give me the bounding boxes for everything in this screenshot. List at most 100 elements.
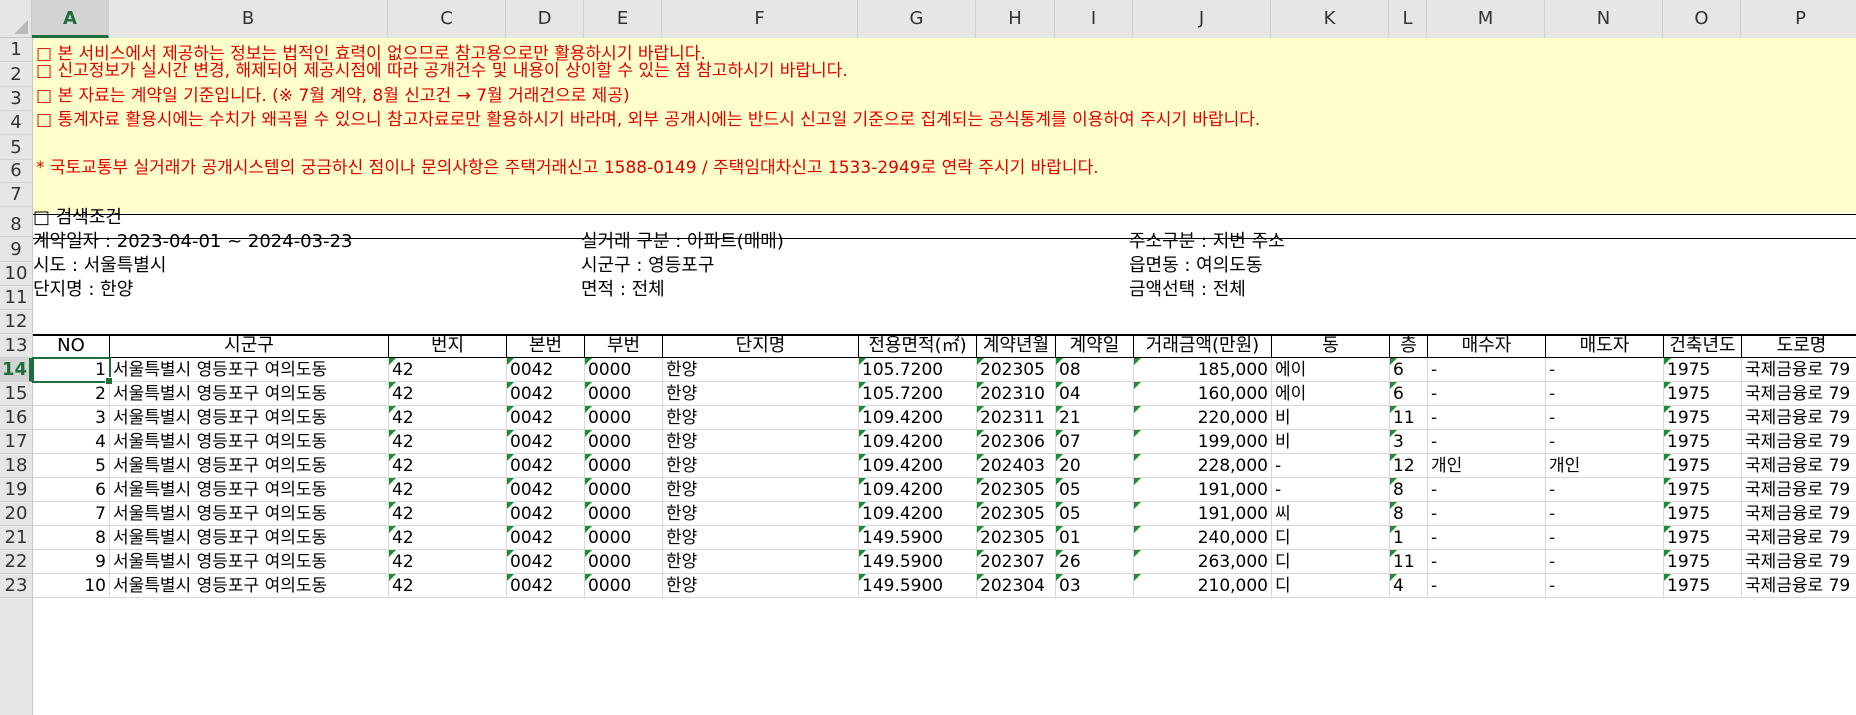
- table-cell[interactable]: 1: [1390, 526, 1428, 550]
- table-cell[interactable]: 42: [389, 574, 507, 598]
- table-cell[interactable]: 국제금융로 79: [1742, 502, 1856, 526]
- column-header-e[interactable]: E: [584, 0, 662, 38]
- table-cell[interactable]: 비: [1272, 406, 1390, 430]
- column-header-p[interactable]: P: [1741, 0, 1856, 38]
- table-header-cell[interactable]: 건축년도: [1664, 334, 1742, 358]
- table-header-cell[interactable]: NO: [33, 334, 110, 358]
- table-cell[interactable]: -: [1428, 526, 1546, 550]
- table-cell[interactable]: 202305: [977, 478, 1056, 502]
- table-cell[interactable]: 202403: [977, 454, 1056, 478]
- table-header-cell[interactable]: 계약일: [1056, 334, 1134, 358]
- table-cell[interactable]: 한양: [663, 382, 859, 406]
- table-header-cell[interactable]: 본번: [507, 334, 585, 358]
- table-cell[interactable]: 0042: [507, 550, 585, 574]
- table-cell[interactable]: -: [1272, 454, 1390, 478]
- table-cell[interactable]: 서울특별시 영등포구 여의도동: [110, 430, 389, 454]
- table-cell[interactable]: 191,000: [1134, 502, 1272, 526]
- table-cell[interactable]: 4: [33, 430, 110, 454]
- table-cell[interactable]: 105.7200: [859, 382, 977, 406]
- column-header-h[interactable]: H: [976, 0, 1055, 38]
- table-cell[interactable]: 7: [33, 502, 110, 526]
- table-cell[interactable]: 디: [1272, 550, 1390, 574]
- table-cell[interactable]: 42: [389, 382, 507, 406]
- table-cell[interactable]: 0042: [507, 574, 585, 598]
- table-cell[interactable]: 한양: [663, 550, 859, 574]
- table-cell[interactable]: 109.4200: [859, 406, 977, 430]
- table-cell[interactable]: 에이: [1272, 382, 1390, 406]
- table-cell[interactable]: 한양: [663, 358, 859, 382]
- table-cell[interactable]: 1975: [1664, 478, 1742, 502]
- table-cell[interactable]: 비: [1272, 430, 1390, 454]
- table-cell[interactable]: 4: [1390, 574, 1428, 598]
- row-header-17[interactable]: 17: [0, 430, 32, 454]
- row-header-18[interactable]: 18: [0, 454, 32, 478]
- table-cell[interactable]: 국제금융로 79: [1742, 382, 1856, 406]
- table-cell[interactable]: 0042: [507, 358, 585, 382]
- row-header-11[interactable]: 11: [0, 286, 32, 310]
- table-cell[interactable]: 1975: [1664, 574, 1742, 598]
- column-header-a[interactable]: A: [32, 0, 109, 38]
- table-cell[interactable]: 0000: [585, 406, 663, 430]
- cell-area[interactable]: □ 본 서비스에서 제공하는 정보는 법적인 효력이 없으므로 참고용으로만 활…: [33, 38, 1856, 715]
- row-header-10[interactable]: 10: [0, 262, 32, 286]
- table-cell[interactable]: 42: [389, 502, 507, 526]
- table-cell[interactable]: 한양: [663, 406, 859, 430]
- column-header-n[interactable]: N: [1545, 0, 1663, 38]
- table-cell[interactable]: 서울특별시 영등포구 여의도동: [110, 358, 389, 382]
- row-header-9[interactable]: 9: [0, 238, 32, 262]
- table-cell[interactable]: 0000: [585, 358, 663, 382]
- table-cell[interactable]: -: [1546, 406, 1664, 430]
- table-cell[interactable]: 0000: [585, 382, 663, 406]
- table-cell[interactable]: 국제금융로 79: [1742, 478, 1856, 502]
- table-cell[interactable]: 1975: [1664, 526, 1742, 550]
- table-header-cell[interactable]: 시군구: [110, 334, 389, 358]
- row-header-21[interactable]: 21: [0, 526, 32, 550]
- column-header-i[interactable]: I: [1055, 0, 1133, 38]
- column-header-m[interactable]: M: [1427, 0, 1545, 38]
- table-cell[interactable]: -: [1546, 382, 1664, 406]
- table-cell[interactable]: 20: [1056, 454, 1134, 478]
- table-cell[interactable]: 05: [1056, 478, 1134, 502]
- table-cell[interactable]: 한양: [663, 430, 859, 454]
- table-cell[interactable]: 서울특별시 영등포구 여의도동: [110, 574, 389, 598]
- select-all-corner[interactable]: [0, 0, 32, 38]
- table-cell[interactable]: 0042: [507, 478, 585, 502]
- table-header-cell[interactable]: 도로명: [1742, 334, 1856, 358]
- table-cell[interactable]: 디: [1272, 574, 1390, 598]
- table-cell[interactable]: 04: [1056, 382, 1134, 406]
- table-cell[interactable]: 0042: [507, 526, 585, 550]
- table-cell[interactable]: 11: [1390, 550, 1428, 574]
- row-header-22[interactable]: 22: [0, 550, 32, 574]
- table-cell[interactable]: 1975: [1664, 358, 1742, 382]
- table-cell[interactable]: 디: [1272, 526, 1390, 550]
- table-cell[interactable]: 220,000: [1134, 406, 1272, 430]
- table-cell[interactable]: 6: [1390, 382, 1428, 406]
- table-cell[interactable]: 한양: [663, 478, 859, 502]
- spreadsheet-grid[interactable]: ABCDEFGHIJKLMNOP 1 2 3 4 5 6 7 8 9 10 11 12 13 14 15 16…: [0, 0, 1856, 715]
- table-cell[interactable]: 21: [1056, 406, 1134, 430]
- table-cell[interactable]: 1: [33, 358, 110, 382]
- row-header-14[interactable]: 14: [0, 358, 32, 382]
- table-cell[interactable]: -: [1272, 478, 1390, 502]
- table-cell[interactable]: 160,000: [1134, 382, 1272, 406]
- table-cell[interactable]: 3: [33, 406, 110, 430]
- table-cell[interactable]: 26: [1056, 550, 1134, 574]
- table-cell[interactable]: 109.4200: [859, 478, 977, 502]
- row-header-12[interactable]: 12: [0, 310, 32, 334]
- table-cell[interactable]: 105.7200: [859, 358, 977, 382]
- row-header-3[interactable]: 3: [0, 87, 32, 111]
- table-cell[interactable]: 42: [389, 406, 507, 430]
- row-header-1[interactable]: 1: [0, 38, 32, 62]
- column-header-f[interactable]: F: [662, 0, 858, 38]
- table-cell[interactable]: 서울특별시 영등포구 여의도동: [110, 406, 389, 430]
- table-cell[interactable]: 202305: [977, 502, 1056, 526]
- table-cell[interactable]: 42: [389, 454, 507, 478]
- table-cell[interactable]: 228,000: [1134, 454, 1272, 478]
- table-cell[interactable]: 0042: [507, 502, 585, 526]
- table-cell[interactable]: 0000: [585, 430, 663, 454]
- column-header-o[interactable]: O: [1663, 0, 1741, 38]
- table-cell[interactable]: 42: [389, 550, 507, 574]
- table-cell[interactable]: 1975: [1664, 430, 1742, 454]
- table-cell[interactable]: 202307: [977, 550, 1056, 574]
- table-header-cell[interactable]: 번지: [389, 334, 507, 358]
